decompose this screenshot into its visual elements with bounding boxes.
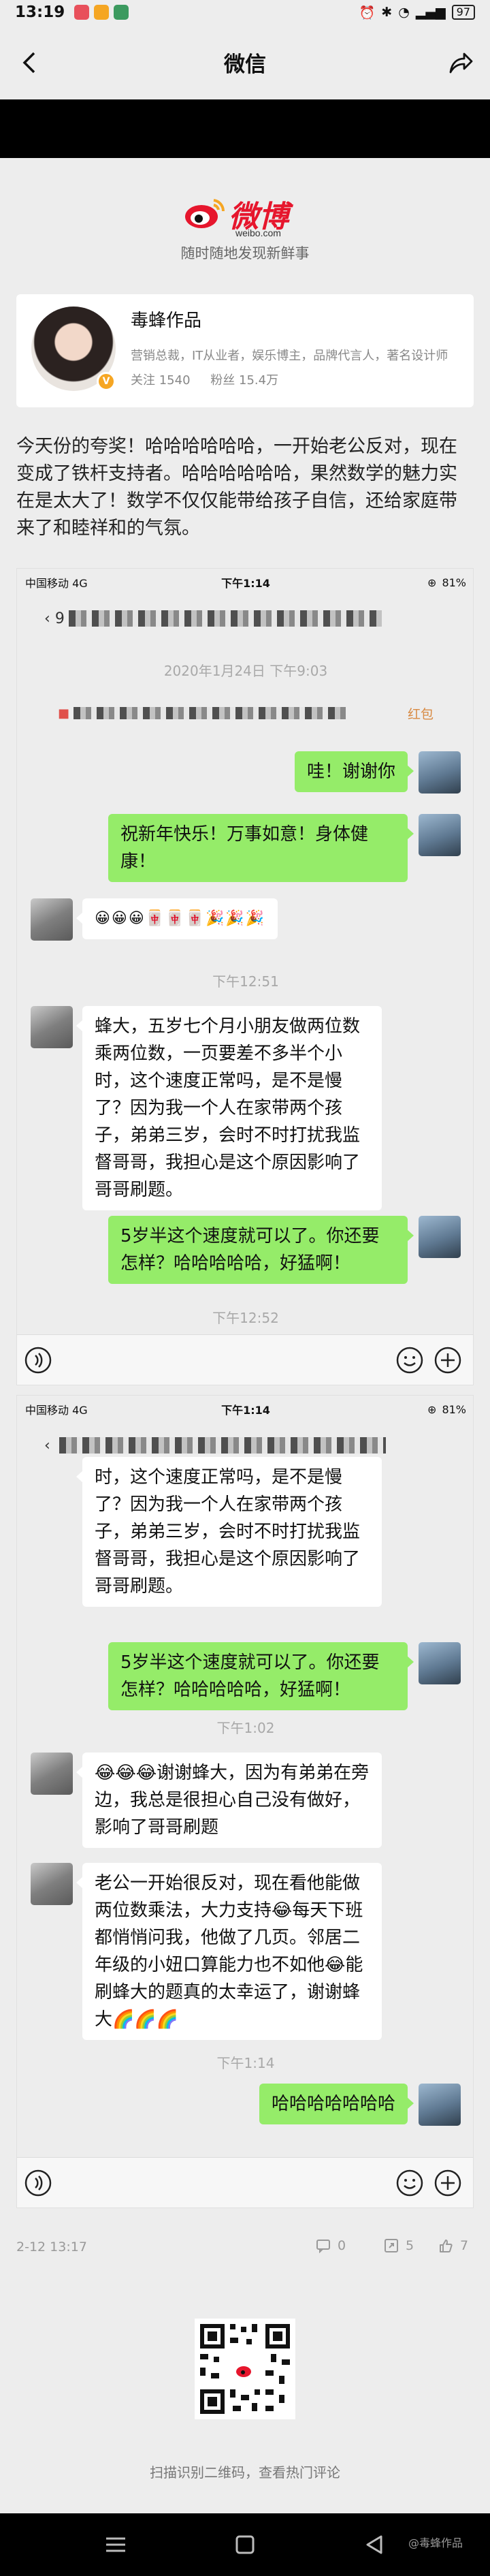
voice-icon[interactable] (24, 2169, 52, 2197)
status-icons: ⏰ ✱ ◔ ▂▄▆ 97 (359, 5, 475, 20)
qr-caption: 扫描识别二维码，查看热门评论 (150, 2464, 340, 2481)
app-notification-icon (74, 5, 90, 20)
message-bubble-received[interactable]: 😀😀😀🀄🀄🀄🎉🎉🎉 (76, 898, 278, 939)
weibo-url: weibo.com (235, 227, 281, 238)
ios-time: 下午1:14 (221, 577, 270, 590)
status-time: 13:19 (15, 3, 65, 21)
app-notification-icon (94, 5, 110, 20)
back-chevron-icon[interactable]: ‹ (44, 1437, 50, 1454)
bluetooth-icon: ✱ (381, 5, 393, 20)
back-arrow-icon[interactable] (15, 48, 45, 78)
repost-icon (385, 2239, 398, 2252)
message-bubble-sent[interactable]: 哇！谢谢你 (294, 751, 414, 792)
black-band (0, 99, 490, 158)
ios-status-bar: 中国移动 4G 下午1:14 ⊕ 81% (17, 569, 473, 596)
back-triangle-icon[interactable] (361, 2531, 388, 2558)
comment-button[interactable]: 0 (316, 2238, 346, 2253)
chat-timestamp: 下午12:52 (212, 1310, 279, 1326)
ios-time: 下午1:14 (221, 1404, 270, 1417)
mosaic-redaction (59, 1437, 386, 1454)
avatar[interactable] (419, 2084, 461, 2126)
home-icon[interactable] (231, 2531, 259, 2558)
battery-indicator: 97 (451, 5, 475, 20)
verified-badge-icon: V (97, 372, 116, 391)
avatar[interactable] (419, 814, 461, 856)
fans-count: 粉丝 15.4万 (210, 373, 279, 388)
post-date: 2-12 13:17 (16, 2240, 87, 2255)
chat-title-bar: ‹ 9 (17, 596, 473, 641)
mosaic-redaction (68, 610, 382, 627)
post-meta-row: 2-12 13:17 0 5 7 (16, 2234, 474, 2261)
menu-icon[interactable] (102, 2531, 129, 2558)
red-packet-notice: ■ 红包 (58, 702, 434, 724)
repost-button[interactable]: 5 (384, 2238, 414, 2253)
avatar[interactable] (31, 1863, 73, 1905)
ios-status-bar: 中国移动 4G 下午1:14 ⊕ 81% (17, 1396, 473, 1423)
chat-screenshot-2: 中国移动 4G 下午1:14 ⊕ 81% ‹ 时，这个速度正常吗，是不是慢了？因为… (16, 1395, 474, 2208)
mosaic-redaction (74, 707, 346, 719)
avatar[interactable] (419, 1642, 461, 1684)
profile-name: 毒蜂作品 (131, 311, 202, 331)
chat-timestamp: 下午1:02 (216, 1720, 275, 1736)
plus-icon[interactable] (434, 1346, 462, 1375)
message-bubble-received[interactable]: 😂😂😂谢谢蜂大，因为有弟弟在旁边，我总是很担心自己没有做好，影响了哥哥刷题 (76, 1753, 382, 1848)
weibo-eye-icon (185, 199, 225, 228)
chat-timestamp: 2020年1月24日 下午9:03 (163, 663, 328, 679)
page-title: 微信 (224, 52, 266, 77)
chat-title-prefix: 9 (54, 610, 65, 627)
message-bubble-sent[interactable]: 5岁半这个速度就可以了。你还要怎样？哈哈哈哈哈，好猛啊！ (108, 1642, 414, 1710)
like-count: 7 (460, 2238, 469, 2253)
avatar[interactable] (31, 1753, 73, 1795)
system-status-bar: 13:19 ⏰ ✱ ◔ ▂▄▆ 97 (0, 0, 490, 25)
emoji-icon[interactable] (395, 1346, 424, 1375)
voice-icon[interactable] (24, 1346, 52, 1375)
message-bubble-received[interactable]: 老公一开始很反对，现在看他能做两位数乘法，大力支持😂每天下班都悄悄问我，他做了几… (76, 1863, 382, 2040)
message-bubble-sent[interactable]: 5岁半这个速度就可以了。你还要怎样？哈哈哈哈哈，好猛啊！ (108, 1216, 414, 1284)
profile-stats: 关注 1540 粉丝 15.4万 (131, 371, 295, 388)
profile-description: 营销总裁，IT从业者，娱乐博主，品牌代言人，著名设计师 (131, 349, 448, 363)
avatar[interactable] (31, 898, 73, 941)
avatar[interactable] (31, 1006, 73, 1048)
message-bubble-received[interactable]: 蜂大，五岁七个月小朋友做两位数乘两位数，一页要差不多半个小时，这个速度正常吗，是… (76, 1006, 382, 1210)
message-bubble-sent[interactable]: 哈哈哈哈哈哈哈 (259, 2084, 414, 2124)
android-nav-bar: @毒蜂作品 (0, 2513, 490, 2576)
wifi-icon: ◔ (398, 5, 410, 20)
app-notification-icon (114, 5, 129, 20)
share-icon[interactable] (445, 48, 475, 78)
wechat-header: 微信 (0, 25, 490, 99)
red-packet-label[interactable]: 红包 (408, 704, 434, 723)
weibo-slogan: 随时随地发现新鲜事 (180, 245, 310, 262)
watermark: @毒蜂作品 (408, 2536, 463, 2549)
avatar[interactable] (419, 751, 461, 794)
like-button[interactable]: 7 (438, 2238, 468, 2253)
message-bubble-sent[interactable]: 祝新年快乐！万事如意！身体健康！ (108, 814, 414, 882)
follow-count: 关注 1540 (131, 373, 191, 388)
chat-timestamp: 下午12:51 (212, 973, 279, 990)
back-chevron-icon[interactable]: ‹ (44, 610, 50, 627)
comment-icon (316, 2240, 330, 2253)
qr-code[interactable] (195, 2319, 295, 2419)
profile-card[interactable]: V 毒蜂作品 营销总裁，IT从业者，娱乐博主，品牌代言人，著名设计师 关注 15… (16, 294, 474, 407)
avatar[interactable] (419, 1216, 461, 1258)
post-text: 今天份的夸奖！哈哈哈哈哈哈，一开始老公反对，现在变成了铁杆支持者。哈哈哈哈哈哈，… (16, 436, 457, 539)
red-packet-icon: ■ (58, 706, 70, 721)
message-bubble-received[interactable]: 时，这个速度正常吗，是不是慢了？因为我一个人在家带两个孩子，弟弟三岁，会时不时打… (76, 1457, 382, 1607)
chat-input-bar (17, 2157, 473, 2208)
thumb-up-icon (440, 2240, 453, 2252)
alarm-icon: ⏰ (359, 5, 376, 20)
chat-input-bar (17, 1334, 473, 1385)
weibo-logo: 微博 weibo.com (184, 192, 320, 241)
emoji-icon[interactable] (395, 2169, 424, 2197)
repost-count: 5 (406, 2238, 414, 2253)
chat-timestamp: 下午1:14 (216, 2055, 275, 2071)
signal-icon: ▂▄▆ (415, 5, 446, 20)
comment-count: 0 (338, 2238, 346, 2253)
chat-screenshot-1: 中国移动 4G 下午1:14 ⊕ 81% ‹ 9 2020年1月24日 下午9:0… (16, 568, 474, 1385)
plus-icon[interactable] (434, 2169, 462, 2197)
